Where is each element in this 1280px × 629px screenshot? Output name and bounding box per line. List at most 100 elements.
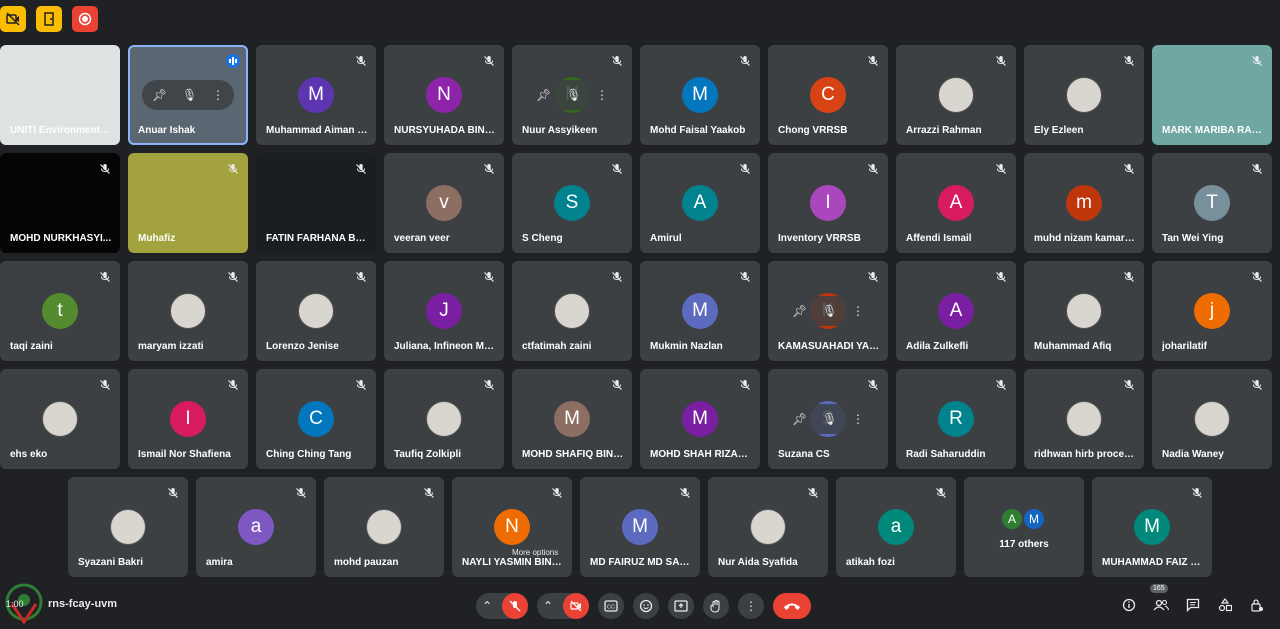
participant-tile[interactable]: A Adila Zulkefli: [896, 261, 1016, 361]
pin-icon[interactable]: 📌︎: [536, 88, 551, 102]
participant-tile[interactable]: a atikah fozi: [836, 477, 956, 577]
mic-off-icon: [610, 54, 624, 68]
participant-tile[interactable]: A Amirul: [640, 153, 760, 253]
participant-tile[interactable]: maryam izzati: [128, 261, 248, 361]
participant-tile[interactable]: T Tan Wei Ying: [1152, 153, 1272, 253]
mute-participant-icon[interactable]: 🎙︎: [182, 88, 197, 102]
camera-control[interactable]: ⌃: [537, 593, 589, 619]
participant-tile[interactable]: ctfatimah zaini: [512, 261, 632, 361]
mute-participant-icon[interactable]: 🎙︎: [566, 88, 581, 102]
others-tile[interactable]: A M 117 others: [964, 477, 1084, 577]
chat-icon[interactable]: [1184, 596, 1202, 614]
participant-tile[interactable]: Syazani Bakri: [68, 477, 188, 577]
participant-tile[interactable]: FATIN FARHANA BIN...: [256, 153, 376, 253]
participant-tile[interactable]: A Affendi Ismail: [896, 153, 1016, 253]
mute-participant-icon[interactable]: 🎙︎: [822, 412, 837, 426]
mic-off-icon: [98, 378, 112, 392]
participant-tile[interactable]: MOHD NURKHASYI...: [0, 153, 120, 253]
avatar-photo: [938, 77, 974, 113]
mic-control[interactable]: ⌃: [476, 593, 528, 619]
tile-row: t taqi zaini maryam izzati Lorenzo Jenise J J…: [0, 261, 1280, 361]
participant-tile[interactable]: C Chong VRRSB: [768, 45, 888, 145]
participant-tile[interactable]: a amira: [196, 477, 316, 577]
pin-icon[interactable]: 📌︎: [152, 88, 167, 102]
more-options-icon[interactable]: ⋮: [852, 304, 864, 318]
participant-tile[interactable]: Arrazzi Rahman: [896, 45, 1016, 145]
emoji-icon[interactable]: [633, 593, 659, 619]
participant-tile[interactable]: UNITI Environmental...: [0, 45, 120, 145]
participant-tile[interactable]: M MOHD SHAH RIZAN ...: [640, 369, 760, 469]
chevron-up-icon[interactable]: ⌃: [482, 599, 492, 613]
avatar-photo: [750, 509, 786, 545]
more-options-icon[interactable]: ⋮: [596, 88, 608, 102]
participant-tile[interactable]: N NURSYUHADA BINTI...: [384, 45, 504, 145]
participant-tile[interactable]: v veeran veer: [384, 153, 504, 253]
participant-tile[interactable]: M Mukmin Nazlan: [640, 261, 760, 361]
participant-tile[interactable]: K📌︎🎙︎⋮KAMASUAHADI YAS...: [768, 261, 888, 361]
participant-tile[interactable]: J Juliana, Infineon Me...: [384, 261, 504, 361]
more-options-icon[interactable]: ⋮: [212, 88, 224, 102]
participant-tile[interactable]: Muhafiz: [128, 153, 248, 253]
participant-name: Tan Wei Ying: [1162, 233, 1224, 244]
pin-icon[interactable]: 📌︎: [792, 412, 807, 426]
participant-tile[interactable]: Lorenzo Jenise: [256, 261, 376, 361]
tile-row: MOHD NURKHASYI... Muhafiz FATIN FARHANA BI…: [0, 153, 1280, 253]
mic-off-icon[interactable]: [502, 593, 528, 619]
participant-tile[interactable]: S📌︎🎙︎⋮Suzana CS: [768, 369, 888, 469]
mic-off-icon: [98, 270, 112, 284]
people-icon[interactable]: 165: [1150, 584, 1170, 614]
host-controls-icon[interactable]: [1248, 596, 1266, 614]
participant-tile[interactable]: I Ismail Nor Shafiena: [128, 369, 248, 469]
raise-hand-icon[interactable]: [703, 593, 729, 619]
participant-tile[interactable]: t taqi zaini: [0, 261, 120, 361]
participant-tile[interactable]: S S Cheng: [512, 153, 632, 253]
door-icon[interactable]: [36, 6, 62, 32]
present-screen-icon[interactable]: [668, 593, 694, 619]
participant-tile[interactable]: Nur Aida Syafida: [708, 477, 828, 577]
participant-tile[interactable]: m muhd nizam kamaru...: [1024, 153, 1144, 253]
mic-off-icon: [866, 54, 880, 68]
mic-off-icon: [98, 162, 112, 176]
participant-tile[interactable]: C Ching Ching Tang: [256, 369, 376, 469]
participant-tile[interactable]: Muhammad Afiq: [1024, 261, 1144, 361]
participant-tile[interactable]: R Radi Saharuddin: [896, 369, 1016, 469]
pin-icon[interactable]: 📌︎: [792, 304, 807, 318]
participant-name: muhd nizam kamaru...: [1034, 233, 1136, 244]
participant-tile[interactable]: Nadia Waney: [1152, 369, 1272, 469]
participant-tile[interactable]: M MD FAIRUZ MD SAL...: [580, 477, 700, 577]
participant-tile[interactable]: I Inventory VRRSB: [768, 153, 888, 253]
camera-off-icon[interactable]: [0, 6, 26, 32]
info-icon[interactable]: [1120, 596, 1138, 614]
participant-tile[interactable]: MARK MARIBA RAN...: [1152, 45, 1272, 145]
participant-name: Mohd Faisal Yaakob: [650, 125, 746, 136]
participant-name: Suzana CS: [778, 449, 830, 460]
participant-tile[interactable]: j joharilatif: [1152, 261, 1272, 361]
mic-off-icon: [1122, 270, 1136, 284]
participant-tile[interactable]: 📌︎ 🎙︎ ⋮ Anuar Ishak: [128, 45, 248, 145]
speaking-indicator-icon: [226, 54, 240, 68]
more-options-tooltip: More options: [512, 548, 559, 557]
captions-icon[interactable]: CC: [598, 593, 624, 619]
mute-participant-icon[interactable]: 🎙︎: [822, 304, 837, 318]
participant-tile[interactable]: M Mohd Faisal Yaakob: [640, 45, 760, 145]
record-icon[interactable]: [72, 6, 98, 32]
hang-up-button[interactable]: [773, 593, 811, 619]
activities-icon[interactable]: [1216, 596, 1234, 614]
video-off-icon[interactable]: [563, 593, 589, 619]
mic-off-icon: [1250, 162, 1264, 176]
participant-tile[interactable]: N📌︎🎙︎⋮Nuur Assyikeen: [512, 45, 632, 145]
participant-tile[interactable]: Taufiq Zolkipli: [384, 369, 504, 469]
participant-tile[interactable]: N NAYLI YASMIN BINTI...: [452, 477, 572, 577]
chevron-up-icon[interactable]: ⌃: [543, 599, 553, 613]
participant-tile[interactable]: M Muhammad Aiman S...: [256, 45, 376, 145]
participant-tile[interactable]: M MOHD SHAFIQ BIN ...: [512, 369, 632, 469]
participant-tile[interactable]: ehs eko: [0, 369, 120, 469]
participant-tile[interactable]: M MUHAMMAD FAIZ B...: [1092, 477, 1212, 577]
more-options-icon[interactable]: ⋮: [852, 412, 864, 426]
mic-off-icon: [226, 270, 240, 284]
participant-tile[interactable]: Ely Ezleen: [1024, 45, 1144, 145]
participant-tile[interactable]: mohd pauzan: [324, 477, 444, 577]
meet-window: UNITI Environmental... 📌︎ 🎙︎ ⋮ Anuar Ishak M M…: [0, 0, 1280, 629]
participant-tile[interactable]: ridhwan hirb proces...: [1024, 369, 1144, 469]
more-options-icon[interactable]: ⋮: [738, 593, 764, 619]
